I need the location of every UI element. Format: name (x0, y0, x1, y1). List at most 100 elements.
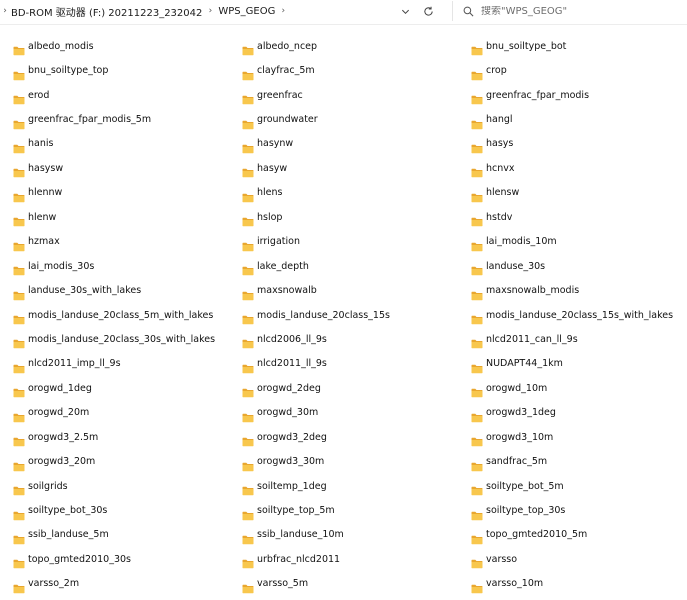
breadcrumb-drive[interactable]: BD-ROM 驱动器 (F:) 20211223_232042 (10, 4, 203, 19)
search-box[interactable] (452, 1, 687, 21)
address-history-dropdown[interactable] (396, 2, 414, 20)
folder-icon (242, 237, 254, 252)
folder-item[interactable]: soiltype_bot_30s (0, 498, 229, 522)
folder-item[interactable]: orogwd_10m (458, 376, 687, 400)
folder-item[interactable]: hangl (458, 107, 687, 131)
folder-item[interactable]: maxsnowalb (229, 278, 458, 302)
folder-item[interactable]: clayfrac_5m (229, 58, 458, 82)
folder-icon (13, 359, 25, 374)
folder-item[interactable]: urbfrac_nlcd2011 (229, 547, 458, 571)
folder-item[interactable]: NUDAPT44_1km (458, 352, 687, 376)
folder-name: orogwd3_2deg (257, 431, 327, 443)
folder-item[interactable]: soiltemp_1deg (229, 474, 458, 498)
folder-item[interactable]: ssib_landuse_10m (229, 523, 458, 547)
folder-item[interactable]: crop (458, 58, 687, 82)
folder-item[interactable]: landuse_30s_with_lakes (0, 278, 229, 302)
folder-item[interactable]: topo_gmted2010_30s (0, 547, 229, 571)
folder-item[interactable]: soilgrids (0, 474, 229, 498)
folder-item[interactable]: lai_modis_30s (0, 254, 229, 278)
folder-name: hlennw (28, 187, 63, 199)
folder-name: lai_modis_30s (28, 260, 95, 272)
folder-item[interactable]: nlcd2006_ll_9s (229, 327, 458, 351)
folder-item[interactable]: erod (0, 83, 229, 107)
folder-item[interactable]: hstdv (458, 205, 687, 229)
folder-item[interactable]: bnu_soiltype_top (0, 58, 229, 82)
folder-item[interactable]: lake_depth (229, 254, 458, 278)
folder-item[interactable]: greenfrac_fpar_modis (458, 83, 687, 107)
folder-item[interactable]: orogwd3_1deg (458, 401, 687, 425)
folder-item[interactable]: soiltype_top_5m (229, 498, 458, 522)
folder-item[interactable]: orogwd3_10m (458, 425, 687, 449)
folder-item[interactable]: lai_modis_10m (458, 230, 687, 254)
folder-item[interactable]: modis_landuse_20class_15s (229, 303, 458, 327)
folder-item[interactable]: hslop (229, 205, 458, 229)
folder-item[interactable]: hlens (229, 181, 458, 205)
folder-item[interactable]: varsso_5m (229, 572, 458, 596)
search-input[interactable] (481, 5, 671, 17)
folder-item[interactable]: maxsnowalb_modis (458, 278, 687, 302)
folder-item[interactable]: hlennw (0, 181, 229, 205)
folder-icon (471, 530, 483, 545)
folder-icon (242, 334, 254, 349)
folder-item[interactable]: varsso_10m (458, 572, 687, 596)
folder-item[interactable]: hzmax (0, 230, 229, 254)
folder-name: orogwd3_10m (486, 431, 554, 443)
folder-item[interactable]: hcnvx (458, 156, 687, 180)
folder-item[interactable]: nlcd2011_ll_9s (229, 352, 458, 376)
folder-item[interactable]: varsso_2m (0, 572, 229, 596)
folder-icon (242, 579, 254, 594)
folder-item[interactable]: hasyw (229, 156, 458, 180)
folder-item[interactable]: orogwd_20m (0, 401, 229, 425)
folder-item[interactable]: modis_landuse_20class_15s_with_lakes (458, 303, 687, 327)
folder-item[interactable]: sandfrac_5m (458, 449, 687, 473)
folder-item[interactable]: hasynw (229, 132, 458, 156)
folder-item[interactable]: albedo_modis (0, 34, 229, 58)
folder-item[interactable]: topo_gmted2010_5m (458, 523, 687, 547)
folder-item[interactable]: orogwd3_20m (0, 449, 229, 473)
folder-item[interactable]: greenfrac (229, 83, 458, 107)
folder-item[interactable]: greenfrac_fpar_modis_5m (0, 107, 229, 131)
folder-item[interactable]: modis_landuse_20class_5m_with_lakes (0, 303, 229, 327)
folder-item[interactable]: landuse_30s (458, 254, 687, 278)
folder-item[interactable]: orogwd3_30m (229, 449, 458, 473)
folder-item[interactable]: nlcd2011_imp_ll_9s (0, 352, 229, 376)
chevron-right-icon[interactable]: › (276, 6, 290, 16)
folder-item[interactable]: soiltype_bot_5m (458, 474, 687, 498)
folder-item[interactable]: bnu_soiltype_bot (458, 34, 687, 58)
folder-icon (242, 115, 254, 129)
folder-item[interactable]: ssib_landuse_5m (0, 523, 229, 547)
folder-item[interactable]: orogwd3_2.5m (0, 425, 229, 449)
folder-item[interactable]: soiltype_top_30s (458, 498, 687, 522)
folder-item[interactable]: modis_landuse_20class_30s_with_lakes (0, 327, 229, 351)
folder-item[interactable]: orogwd_30m (229, 401, 458, 425)
refresh-button[interactable] (419, 2, 437, 20)
breadcrumb-folder[interactable]: WPS_GEOG (217, 6, 276, 17)
folder-item[interactable]: orogwd_2deg (229, 376, 458, 400)
folder-icon (242, 359, 254, 374)
folder-name: orogwd3_2.5m (28, 431, 99, 443)
folder-item[interactable]: hlensw (458, 181, 687, 205)
folder-item[interactable]: orogwd3_2deg (229, 425, 458, 449)
folder-name: soiltype_bot_30s (28, 505, 108, 517)
folder-item[interactable]: albedo_ncep (229, 34, 458, 58)
refresh-icon (423, 6, 433, 16)
folder-name: greenfrac_fpar_modis (486, 89, 590, 101)
chevron-right-icon[interactable]: › (203, 6, 217, 16)
folder-item[interactable]: varsso (458, 547, 687, 571)
folder-item[interactable]: hasys (458, 132, 687, 156)
folder-item[interactable]: irrigation (229, 230, 458, 254)
folder-name: orogwd_10m (486, 382, 548, 394)
folder-item[interactable]: groundwater (229, 107, 458, 131)
folder-item[interactable]: hanis (0, 132, 229, 156)
folder-item[interactable]: hlenw (0, 205, 229, 229)
chevron-right-icon[interactable]: › (0, 6, 10, 16)
folder-item[interactable]: hasysw (0, 156, 229, 180)
folder-icon (242, 408, 254, 423)
folder-icon (242, 457, 254, 471)
folder-icon (471, 90, 483, 105)
folder-icon (242, 212, 254, 227)
folder-item[interactable]: orogwd_1deg (0, 376, 229, 400)
folder-item[interactable]: nlcd2011_can_ll_9s (458, 327, 687, 351)
folder-name: crop (486, 65, 507, 77)
folder-name: orogwd_20m (28, 407, 90, 419)
